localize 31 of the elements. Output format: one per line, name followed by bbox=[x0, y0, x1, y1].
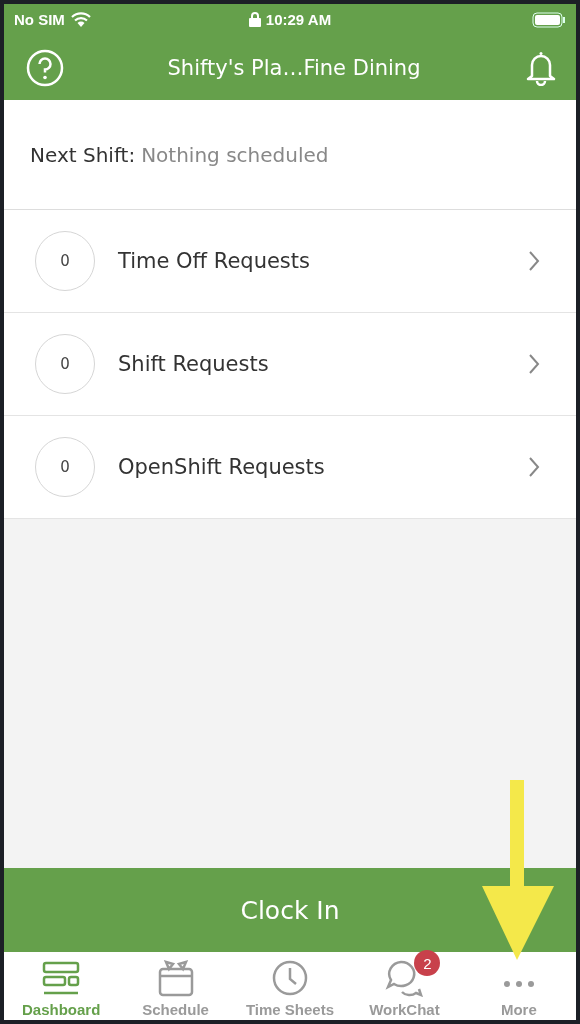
lock-icon bbox=[248, 12, 261, 27]
help-icon[interactable] bbox=[26, 48, 64, 87]
unread-badge: 2 bbox=[414, 950, 441, 976]
chat-bubbles-icon bbox=[384, 959, 425, 997]
request-label: Time Off Requests bbox=[118, 249, 311, 273]
next-shift-value: Nothing scheduled bbox=[141, 142, 329, 167]
request-row[interactable]: 0 OpenShift Requests bbox=[4, 416, 576, 519]
request-row[interactable]: 0 Shift Requests bbox=[4, 313, 576, 416]
chevron-right-icon bbox=[528, 353, 540, 375]
calendar-icon bbox=[156, 959, 195, 997]
more-icon bbox=[503, 981, 534, 987]
wifi-icon bbox=[70, 12, 91, 27]
request-label: Shift Requests bbox=[118, 352, 270, 376]
bell-icon[interactable] bbox=[524, 49, 558, 86]
carrier-label: No SIM bbox=[14, 11, 65, 28]
tab-item[interactable]: Time Sheets bbox=[232, 952, 348, 1020]
battery-icon bbox=[532, 11, 566, 28]
clock-icon bbox=[271, 959, 309, 997]
tab-item[interactable]: 2 WorkChat bbox=[347, 952, 462, 1020]
request-label: OpenShift Requests bbox=[118, 455, 326, 479]
clock-in-button[interactable]: Clock In bbox=[4, 868, 576, 952]
chevron-right-icon bbox=[528, 456, 540, 478]
status-time: 10:29 AM bbox=[265, 11, 332, 28]
chevron-right-icon bbox=[528, 250, 540, 272]
tab-item[interactable]: Schedule bbox=[118, 952, 233, 1020]
request-row[interactable]: 0 Time Off Requests bbox=[4, 210, 576, 313]
dashboard-icon bbox=[42, 961, 81, 997]
tab-item[interactable]: More bbox=[461, 952, 576, 1020]
header-title: Shifty's Pla…Fine Dining bbox=[167, 55, 421, 80]
next-shift-label: Next Shift: bbox=[30, 142, 136, 167]
tab-item[interactable]: Dashboard bbox=[4, 952, 119, 1020]
